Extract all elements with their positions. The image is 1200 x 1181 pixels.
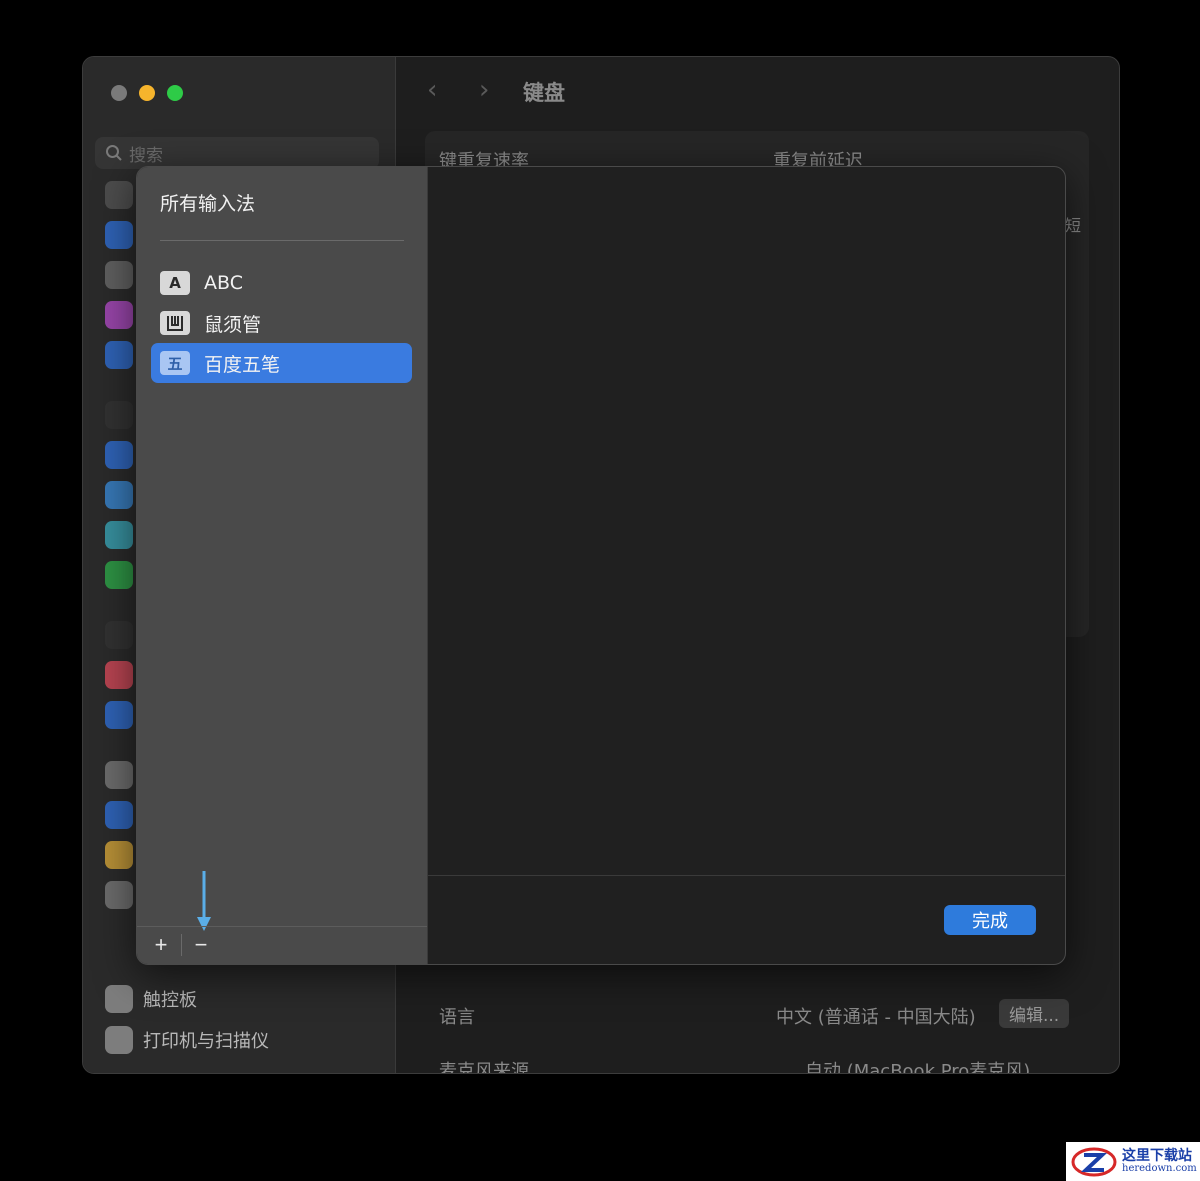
page-title: 键盘 [523, 81, 565, 105]
sidebar-item-label: 触控板 [143, 990, 197, 1011]
sidebar-item-trackpad[interactable]: 触控板 [105, 985, 197, 1013]
footer-divider [428, 875, 1065, 876]
done-button[interactable]: 完成 [944, 905, 1036, 935]
sidebar-app-icon[interactable] [105, 301, 133, 329]
squirrel-input-icon [160, 311, 190, 335]
search-placeholder: 搜索 [129, 145, 163, 166]
remove-input-method-button[interactable]: − [183, 930, 219, 960]
toolbar-separator [181, 934, 182, 956]
watermark-cn: 这里下载站 [1122, 1147, 1192, 1164]
sidebar-app-icon[interactable] [105, 521, 133, 549]
sidebar-app-icon[interactable] [105, 261, 133, 289]
arrow-down-icon [197, 871, 211, 931]
printer-icon [105, 1026, 133, 1054]
back-arrow-icon[interactable]: ‹ [427, 75, 437, 105]
forward-arrow-icon[interactable]: › [479, 75, 489, 105]
language-label: 语言 [439, 1007, 475, 1028]
input-methods-list-pane: 所有输入法 A ABC 鼠须管 五 百度五笔 + − [137, 167, 428, 964]
watermark-z-icon [1071, 1147, 1117, 1176]
sidebar-app-icon[interactable] [105, 621, 133, 649]
input-method-baidu-wubi[interactable]: 五 百度五笔 [151, 343, 412, 383]
trackpad-icon [105, 985, 133, 1013]
sidebar-app-icon[interactable] [105, 341, 133, 369]
sidebar-app-icon[interactable] [105, 441, 133, 469]
close-button[interactable] [111, 85, 127, 101]
watermark-logo: 这里下载站 heredown.com [1066, 1142, 1200, 1181]
mic-source-value[interactable]: 自动 (MacBook Pro麦克风) [805, 1057, 1030, 1073]
input-method-label: ABC [204, 272, 243, 294]
sidebar-app-icon[interactable] [105, 761, 133, 789]
sidebar-app-icon[interactable] [105, 481, 133, 509]
sidebar-item-label: 打印机与扫描仪 [143, 1031, 269, 1052]
sidebar-app-icon[interactable] [105, 221, 133, 249]
short-fragment-label: 短 [1065, 216, 1082, 235]
sidebar-app-icon[interactable] [105, 181, 133, 209]
maximize-button[interactable] [167, 85, 183, 101]
window-controls [111, 85, 183, 101]
edit-language-button[interactable]: 编辑... [999, 999, 1070, 1028]
language-value: 中文 (普通话 - 中国大陆) [776, 1007, 976, 1028]
sidebar-app-icon[interactable] [105, 401, 133, 429]
sidebar-app-icon[interactable] [105, 801, 133, 829]
abc-input-icon: A [160, 271, 190, 295]
wubi-input-icon: 五 [160, 351, 190, 375]
sidebar-app-icon[interactable] [105, 881, 133, 909]
sheet-heading: 所有输入法 [160, 193, 256, 215]
divider [160, 240, 404, 241]
mic-source-label: 麦克风来源 [439, 1061, 529, 1074]
minimize-button[interactable] [139, 85, 155, 101]
input-method-squirrel[interactable]: 鼠须管 [151, 303, 412, 343]
search-field[interactable]: 搜索 [95, 137, 379, 169]
add-input-method-button[interactable]: + [143, 930, 179, 960]
input-methods-sheet: 所有输入法 A ABC 鼠须管 五 百度五笔 + − 完成 [136, 166, 1066, 965]
input-method-abc[interactable]: A ABC [151, 263, 412, 303]
search-icon [106, 145, 122, 161]
watermark-en: heredown.com [1122, 1162, 1197, 1174]
sidebar-app-icon[interactable] [105, 701, 133, 729]
input-method-label: 百度五笔 [204, 353, 281, 376]
list-toolbar: + − [137, 926, 427, 964]
sidebar-app-icon[interactable] [105, 661, 133, 689]
sidebar-item-printers[interactable]: 打印机与扫描仪 [105, 1026, 269, 1054]
input-method-label: 鼠须管 [204, 313, 262, 336]
sidebar-app-icon[interactable] [105, 561, 133, 589]
sidebar-app-icon[interactable] [105, 841, 133, 869]
